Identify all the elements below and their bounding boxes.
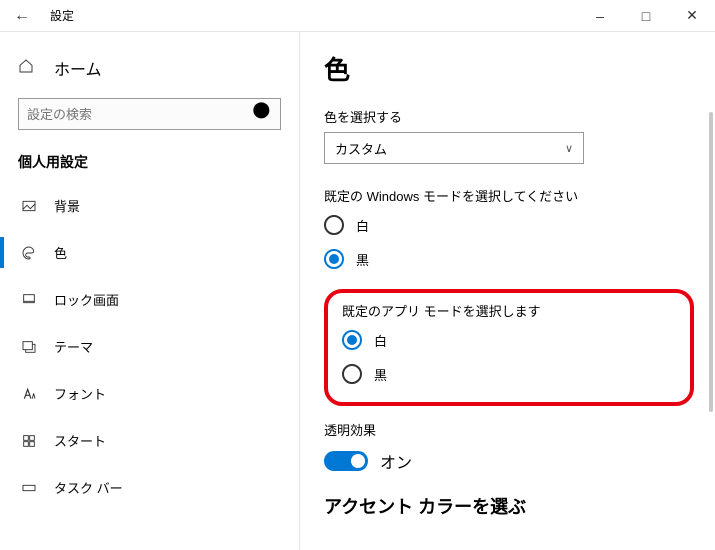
dropdown-value: カスタム xyxy=(335,139,387,158)
windows-mode-light[interactable]: 白 xyxy=(324,215,691,235)
sidebar-item-label: スタート xyxy=(54,431,106,450)
minimize-button[interactable]: – xyxy=(577,8,623,24)
sidebar-item-label: 背景 xyxy=(54,196,80,215)
sidebar-section-heading: 個人用設定 xyxy=(0,144,299,182)
search-input[interactable] xyxy=(19,107,248,122)
scrollbar-thumb[interactable] xyxy=(709,112,713,412)
radio-icon xyxy=(342,330,362,350)
page-title: 色 xyxy=(324,50,691,87)
sidebar-item-label: タスク バー xyxy=(54,478,123,497)
search-input-container[interactable] xyxy=(18,98,281,130)
back-button[interactable]: ← xyxy=(0,7,44,25)
sidebar-item-fonts[interactable]: フォント xyxy=(0,370,299,417)
theme-icon xyxy=(18,339,40,355)
transparency-toggle[interactable] xyxy=(324,451,368,471)
toggle-value: オン xyxy=(380,449,412,473)
main-content: 色 色を選択する カスタム ∨ 既定の Windows モードを選択してください… xyxy=(300,32,715,550)
sidebar-item-start[interactable]: スタート xyxy=(0,417,299,464)
color-picker-label: 色を選択する xyxy=(324,107,691,126)
radio-icon xyxy=(342,364,362,384)
radio-icon xyxy=(324,249,344,269)
chevron-down-icon: ∨ xyxy=(565,142,573,155)
color-picker-dropdown[interactable]: カスタム ∨ xyxy=(324,132,584,164)
transparency-group: 透明効果 オン xyxy=(324,420,691,473)
radio-label: 黒 xyxy=(374,365,387,384)
windows-mode-group: 既定の Windows モードを選択してください 白 黒 xyxy=(324,186,691,269)
home-label: ホーム xyxy=(54,56,102,80)
sidebar-item-taskbar[interactable]: タスク バー xyxy=(0,464,299,511)
app-mode-dark[interactable]: 黒 xyxy=(342,364,676,384)
radio-label: 白 xyxy=(356,216,369,235)
windows-mode-label: 既定の Windows モードを選択してください xyxy=(324,186,691,205)
radio-label: 白 xyxy=(374,331,387,350)
close-button[interactable]: ✕ xyxy=(669,7,715,24)
sidebar-item-label: ロック画面 xyxy=(54,290,119,309)
app-mode-highlight: 既定のアプリ モードを選択します 白 黒 xyxy=(324,289,694,406)
home-link[interactable]: ホーム xyxy=(0,46,299,90)
picture-icon xyxy=(18,198,40,214)
app-mode-label: 既定のアプリ モードを選択します xyxy=(342,301,676,320)
taskbar-icon xyxy=(18,480,40,496)
home-icon xyxy=(18,58,40,78)
lockscreen-icon xyxy=(18,292,40,308)
sidebar-item-background[interactable]: 背景 xyxy=(0,182,299,229)
sidebar-item-label: テーマ xyxy=(54,337,93,356)
sidebar-item-label: フォント xyxy=(54,384,106,403)
transparency-label: 透明効果 xyxy=(324,420,691,439)
palette-icon xyxy=(18,245,40,261)
sidebar-item-colors[interactable]: 色 xyxy=(0,229,299,276)
sidebar-item-themes[interactable]: テーマ xyxy=(0,323,299,370)
sidebar: ホーム 個人用設定 背景 色 ロック画面 テーマ フォント スター xyxy=(0,32,300,550)
font-icon xyxy=(18,386,40,402)
window-title: 設定 xyxy=(50,7,74,24)
accent-color-heading: アクセント カラーを選ぶ xyxy=(324,493,691,519)
sidebar-item-label: 色 xyxy=(54,243,67,262)
search-icon xyxy=(248,97,280,132)
radio-label: 黒 xyxy=(356,250,369,269)
start-icon xyxy=(18,433,40,449)
sidebar-item-lockscreen[interactable]: ロック画面 xyxy=(0,276,299,323)
maximize-button[interactable]: □ xyxy=(623,8,669,24)
app-mode-light[interactable]: 白 xyxy=(342,330,676,350)
windows-mode-dark[interactable]: 黒 xyxy=(324,249,691,269)
radio-icon xyxy=(324,215,344,235)
